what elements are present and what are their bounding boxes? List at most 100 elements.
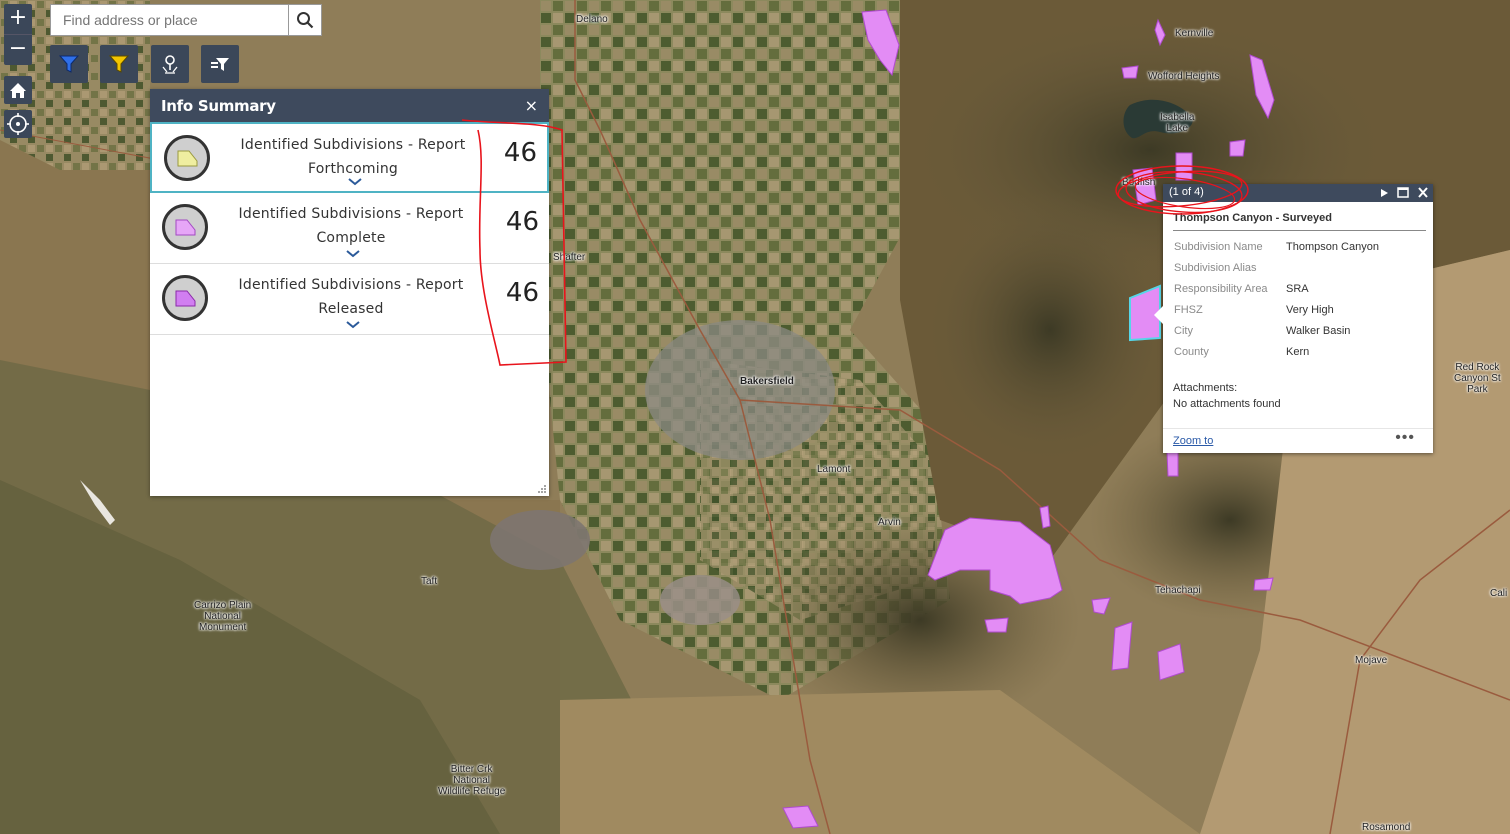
attribute-key: Responsibility Area bbox=[1174, 283, 1268, 295]
filter-icon bbox=[58, 55, 80, 73]
feature-counter: (1 of 4) bbox=[1169, 186, 1204, 198]
attribute-value: Very High bbox=[1286, 304, 1334, 316]
attribute-row: Subdivision Alias bbox=[1174, 262, 1379, 283]
close-icon[interactable] bbox=[1417, 184, 1429, 202]
close-icon[interactable]: × bbox=[525, 96, 538, 115]
popup-title: Thompson Canyon - Surveyed bbox=[1173, 212, 1426, 231]
place-label: Wofford Heights bbox=[1148, 71, 1220, 82]
place-label-line: Canyon St bbox=[1454, 373, 1501, 384]
summary-row-label: Identified Subdivisions - Report Forthco… bbox=[240, 137, 466, 177]
search-input[interactable] bbox=[51, 5, 288, 35]
summary-row-label: Identified Subdivisions - Report Release… bbox=[238, 277, 464, 317]
filter-button-yellow[interactable] bbox=[100, 45, 138, 83]
panel-header: Info Summary × bbox=[150, 89, 549, 122]
next-feature-icon[interactable] bbox=[1379, 184, 1389, 202]
summary-row-complete[interactable]: Identified Subdivisions - Report Complet… bbox=[150, 193, 549, 264]
zoom-out-button[interactable]: − bbox=[4, 35, 32, 65]
attribute-key: FHSZ bbox=[1174, 304, 1203, 316]
filter-icon bbox=[108, 55, 130, 73]
location-pin-icon bbox=[162, 55, 178, 74]
place-label-line: Monument bbox=[199, 622, 247, 633]
polygon-symbol-icon bbox=[162, 204, 208, 250]
attribute-row: City Walker Basin bbox=[1174, 325, 1379, 346]
summary-row-forthcoming[interactable]: Identified Subdivisions - Report Forthco… bbox=[150, 122, 549, 193]
place-label: Tehachapi bbox=[1155, 585, 1201, 596]
chevron-down-icon[interactable] bbox=[348, 175, 362, 189]
chevron-down-icon[interactable] bbox=[346, 247, 360, 261]
attribute-value: Thompson Canyon bbox=[1286, 241, 1379, 253]
zoom-to-link[interactable]: Zoom to bbox=[1173, 435, 1213, 447]
place-label: Bakersfield bbox=[740, 376, 794, 387]
place-label: Red Rock Canyon St Park bbox=[1454, 362, 1501, 395]
place-label-line: Isabella bbox=[1160, 112, 1195, 123]
attribute-key: Subdivision Name bbox=[1174, 241, 1263, 253]
info-summary-panel: Info Summary × Identified Subdivisions -… bbox=[150, 89, 549, 496]
search-icon bbox=[297, 12, 314, 29]
place-label-line: National bbox=[204, 611, 241, 622]
place-label: Cali bbox=[1490, 588, 1508, 599]
place-label: Mojave bbox=[1355, 655, 1388, 666]
search-button[interactable] bbox=[288, 5, 321, 35]
summary-row-released[interactable]: Identified Subdivisions - Report Release… bbox=[150, 264, 549, 335]
attribute-value: SRA bbox=[1286, 283, 1309, 295]
popup-footer: Zoom to ••• bbox=[1163, 428, 1433, 453]
summary-row-count: 46 bbox=[503, 138, 537, 168]
layer-filter-button[interactable] bbox=[201, 45, 239, 83]
location-edit-button[interactable] bbox=[151, 45, 189, 83]
popup-actions bbox=[1379, 184, 1429, 202]
attribute-key: County bbox=[1174, 346, 1209, 358]
place-label: Isabella Lake bbox=[1160, 112, 1194, 134]
more-options-icon[interactable]: ••• bbox=[1395, 429, 1415, 447]
polygon-symbol-icon bbox=[164, 135, 210, 181]
polygon-symbol-icon bbox=[162, 275, 208, 321]
zoom-controls: + − bbox=[4, 4, 32, 65]
maximize-icon[interactable] bbox=[1397, 184, 1409, 202]
attribute-row: Responsibility Area SRA bbox=[1174, 283, 1379, 304]
attribute-row: FHSZ Very High bbox=[1174, 304, 1379, 325]
place-label: Taft bbox=[421, 576, 438, 587]
summary-row-label: Identified Subdivisions - Report Complet… bbox=[238, 206, 464, 246]
attribute-value: Kern bbox=[1286, 346, 1310, 358]
popup-pointer bbox=[1154, 306, 1163, 324]
place-label: Kernville bbox=[1175, 28, 1214, 39]
home-button[interactable] bbox=[4, 76, 32, 104]
place-label-line: Bitter Crk bbox=[450, 764, 493, 775]
locate-icon bbox=[7, 113, 29, 135]
attachments-section: Attachments: No attachments found bbox=[1173, 380, 1281, 412]
attribute-row: County Kern bbox=[1174, 346, 1379, 367]
filter-button-blue[interactable] bbox=[50, 45, 88, 83]
layers-filter-icon bbox=[211, 58, 229, 71]
summary-row-count: 46 bbox=[505, 207, 539, 237]
attribute-value: Walker Basin bbox=[1286, 325, 1351, 337]
locate-button[interactable] bbox=[4, 110, 32, 138]
attribute-row: Subdivision Name Thompson Canyon bbox=[1174, 241, 1379, 262]
place-label: Shafter bbox=[553, 252, 586, 263]
place-label: Arvin bbox=[878, 517, 901, 528]
place-label-line: Red Rock bbox=[1455, 362, 1500, 373]
place-label-line: Lake bbox=[1166, 123, 1189, 134]
home-icon bbox=[10, 83, 26, 98]
resize-handle-icon[interactable] bbox=[537, 484, 547, 494]
attachments-value: No attachments found bbox=[1173, 398, 1281, 410]
place-label: Lamont bbox=[817, 464, 851, 475]
summary-row-count: 46 bbox=[505, 278, 539, 308]
place-label: Delano bbox=[576, 14, 608, 25]
search-box bbox=[50, 4, 322, 36]
panel-title: Info Summary bbox=[161, 96, 276, 115]
attribute-table: Subdivision Name Thompson Canyon Subdivi… bbox=[1174, 241, 1379, 367]
place-label-line: Carrizo Plain bbox=[194, 600, 252, 611]
place-label: Bodfish bbox=[1122, 177, 1156, 188]
feature-popup: (1 of 4) Thompson Canyon - Surveyed Subd… bbox=[1154, 184, 1433, 453]
place-label: Rosamond bbox=[1362, 822, 1411, 833]
attribute-key: Subdivision Alias bbox=[1174, 262, 1257, 274]
chevron-down-icon[interactable] bbox=[346, 318, 360, 332]
place-label: Carrizo Plain National Monument bbox=[194, 600, 251, 633]
place-label-line: National bbox=[453, 775, 490, 786]
place-label: Bitter Crk National Wildlife Refuge bbox=[438, 764, 505, 797]
place-label-line: Park bbox=[1467, 384, 1488, 395]
place-label-line: Wildlife Refuge bbox=[438, 786, 506, 797]
zoom-in-button[interactable]: + bbox=[4, 4, 32, 35]
attribute-key: City bbox=[1174, 325, 1193, 337]
attachments-label: Attachments: bbox=[1173, 382, 1238, 394]
popup-header: (1 of 4) bbox=[1163, 184, 1433, 202]
